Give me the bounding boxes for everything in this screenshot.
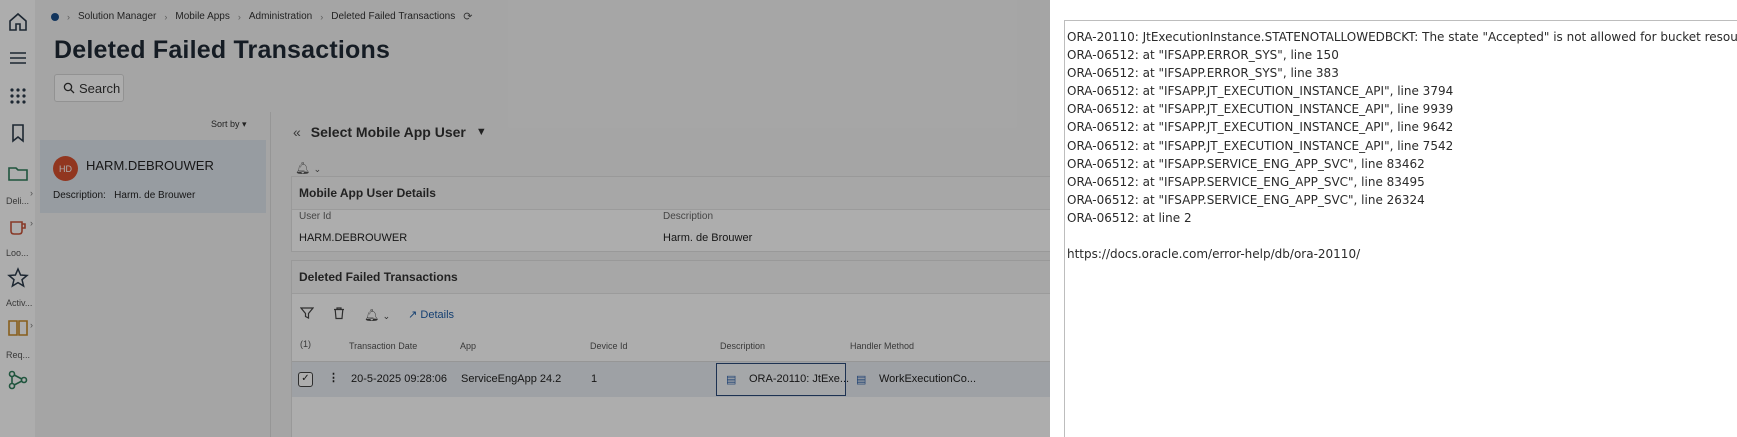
error-line: ORA-06512: at "IFSAPP.JT_EXECUTION_INSTA… — [1067, 138, 1454, 153]
modal-backdrop[interactable] — [0, 0, 1050, 437]
error-line: ORA-06512: at "IFSAPP.JT_EXECUTION_INSTA… — [1067, 102, 1454, 117]
error-line: ORA-06512: at line 2 — [1067, 210, 1192, 225]
error-line: ORA-06512: at "IFSAPP.ERROR_SYS", line 1… — [1067, 48, 1339, 63]
error-line: ORA-20110: JtExecutionInstance.STATENOTA… — [1067, 30, 1737, 44]
error-help-link: https://docs.oracle.com/error-help/db/or… — [1067, 247, 1361, 262]
error-message-textarea[interactable]: ORA-20110: JtExecutionInstance.STATENOTA… — [1064, 20, 1737, 437]
error-line: ORA-06512: at "IFSAPP.JT_EXECUTION_INSTA… — [1067, 84, 1454, 99]
error-line: ORA-06512: at "IFSAPP.ERROR_SYS", line 3… — [1067, 66, 1339, 81]
error-line: ORA-06512: at "IFSAPP.SERVICE_ENG_APP_SV… — [1067, 192, 1425, 207]
error-line: ORA-06512: at "IFSAPP.JT_EXECUTION_INSTA… — [1067, 120, 1454, 135]
error-line: ORA-06512: at "IFSAPP.SERVICE_ENG_APP_SV… — [1067, 174, 1425, 189]
error-line: ORA-06512: at "IFSAPP.SERVICE_ENG_APP_SV… — [1067, 156, 1425, 171]
error-detail-dialog: ORA-20110: JtExecutionInstance.STATENOTA… — [1050, 0, 1737, 437]
